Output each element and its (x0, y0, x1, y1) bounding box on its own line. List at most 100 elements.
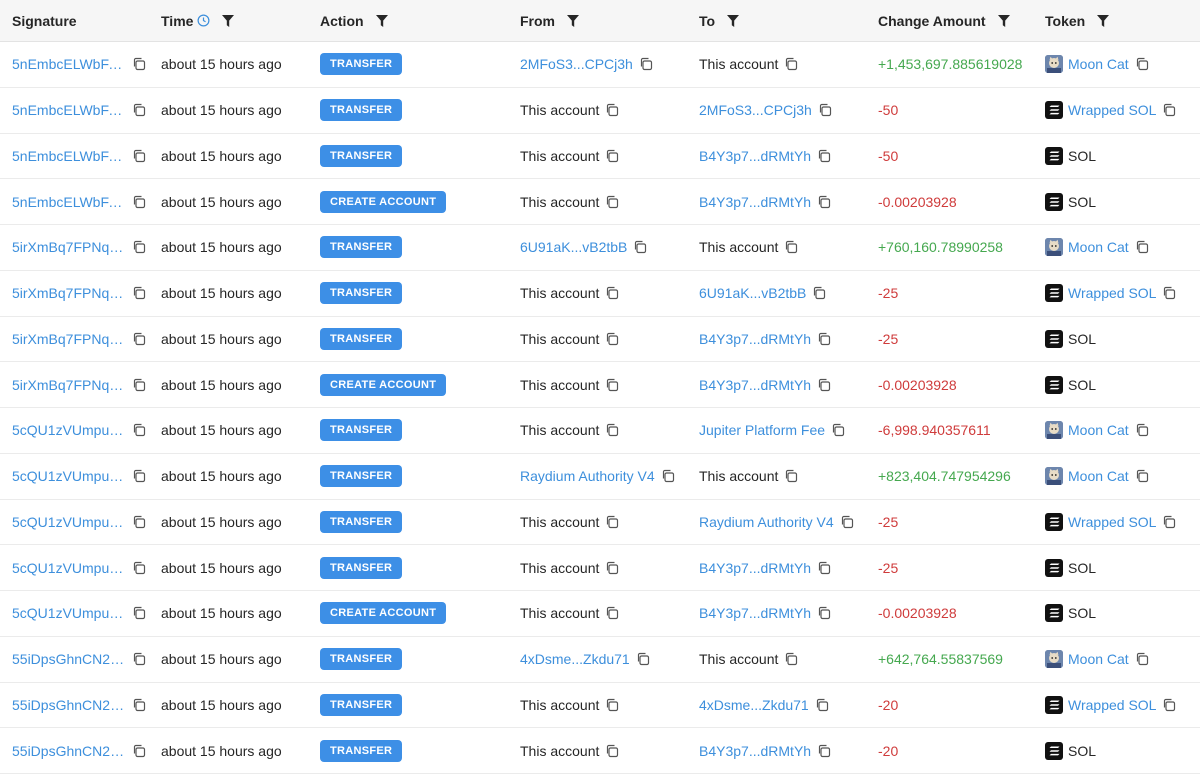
copy-icon[interactable] (132, 286, 146, 300)
filter-icon[interactable] (375, 14, 388, 27)
copy-icon[interactable] (605, 423, 619, 437)
to-address[interactable]: Raydium Authority V4 (699, 514, 834, 530)
copy-icon[interactable] (132, 195, 146, 209)
copy-icon[interactable] (605, 606, 619, 620)
copy-icon[interactable] (132, 744, 146, 758)
copy-icon[interactable] (605, 195, 619, 209)
filter-icon[interactable] (727, 14, 740, 27)
copy-icon[interactable] (1135, 240, 1149, 254)
signature-link[interactable]: 55iDpsGhnCN2A... (12, 743, 126, 759)
signature-link[interactable]: 5cQU1zVUmpuqj... (12, 422, 126, 438)
token-name[interactable]: Wrapped SOL (1068, 102, 1156, 118)
signature-link[interactable]: 5irXmBq7FPNqoT... (12, 285, 126, 301)
copy-icon[interactable] (605, 744, 619, 758)
copy-icon[interactable] (812, 286, 826, 300)
signature-link[interactable]: 5nEmbcELWbFAG... (12, 102, 126, 118)
copy-icon[interactable] (132, 423, 146, 437)
filter-icon[interactable] (222, 14, 235, 27)
signature-link[interactable]: 5cQU1zVUmpuqj... (12, 514, 126, 530)
copy-icon[interactable] (132, 652, 146, 666)
to-address[interactable]: B4Y3p7...dRMtYh (699, 148, 811, 164)
copy-icon[interactable] (818, 103, 832, 117)
copy-icon[interactable] (817, 378, 831, 392)
copy-icon[interactable] (605, 561, 619, 575)
to-address[interactable]: Jupiter Platform Fee (699, 422, 825, 438)
filter-icon[interactable] (1097, 14, 1110, 27)
signature-link[interactable]: 5irXmBq7FPNqoT... (12, 331, 126, 347)
copy-icon[interactable] (605, 332, 619, 346)
to-address[interactable]: 2MFoS3...CPCj3h (699, 102, 812, 118)
copy-icon[interactable] (784, 57, 798, 71)
copy-icon[interactable] (817, 332, 831, 346)
copy-icon[interactable] (831, 423, 845, 437)
copy-icon[interactable] (817, 195, 831, 209)
copy-icon[interactable] (1162, 698, 1176, 712)
signature-link[interactable]: 55iDpsGhnCN2A... (12, 697, 126, 713)
copy-icon[interactable] (784, 240, 798, 254)
copy-icon[interactable] (132, 57, 146, 71)
signature-link[interactable]: 5cQU1zVUmpuqj... (12, 560, 126, 576)
token-name[interactable]: Wrapped SOL (1068, 514, 1156, 530)
signature-link[interactable]: 5nEmbcELWbFAG... (12, 194, 126, 210)
copy-icon[interactable] (840, 515, 854, 529)
copy-icon[interactable] (132, 149, 146, 163)
copy-icon[interactable] (784, 652, 798, 666)
filter-icon[interactable] (567, 14, 579, 27)
to-address[interactable]: B4Y3p7...dRMtYh (699, 560, 811, 576)
token-name[interactable]: Moon Cat (1068, 239, 1129, 255)
copy-icon[interactable] (605, 286, 619, 300)
signature-link[interactable]: 5irXmBq7FPNqoT... (12, 239, 126, 255)
token-name[interactable]: Wrapped SOL (1068, 285, 1156, 301)
copy-icon[interactable] (817, 561, 831, 575)
copy-icon[interactable] (1135, 652, 1149, 666)
token-name[interactable]: Moon Cat (1068, 651, 1129, 667)
from-address[interactable]: 6U91aK...vB2tbB (520, 239, 627, 255)
signature-link[interactable]: 5cQU1zVUmpuqj... (12, 468, 126, 484)
signature-link[interactable]: 55iDpsGhnCN2A... (12, 651, 126, 667)
copy-icon[interactable] (636, 652, 650, 666)
token-name[interactable]: Wrapped SOL (1068, 697, 1156, 713)
copy-icon[interactable] (661, 469, 675, 483)
from-address[interactable]: Raydium Authority V4 (520, 468, 655, 484)
copy-icon[interactable] (1162, 103, 1176, 117)
copy-icon[interactable] (817, 744, 831, 758)
copy-icon[interactable] (132, 469, 146, 483)
copy-icon[interactable] (639, 57, 653, 71)
copy-icon[interactable] (132, 240, 146, 254)
to-address[interactable]: B4Y3p7...dRMtYh (699, 605, 811, 621)
to-address[interactable]: 6U91aK...vB2tbB (699, 285, 806, 301)
copy-icon[interactable] (132, 606, 146, 620)
from-address[interactable]: 4xDsme...Zkdu71 (520, 651, 630, 667)
to-address[interactable]: 4xDsme...Zkdu71 (699, 697, 809, 713)
copy-icon[interactable] (633, 240, 647, 254)
token-name[interactable]: Moon Cat (1068, 422, 1129, 438)
to-address[interactable]: B4Y3p7...dRMtYh (699, 331, 811, 347)
to-address[interactable]: B4Y3p7...dRMtYh (699, 377, 811, 393)
copy-icon[interactable] (817, 149, 831, 163)
copy-icon[interactable] (1135, 423, 1149, 437)
token-name[interactable]: Moon Cat (1068, 468, 1129, 484)
copy-icon[interactable] (817, 606, 831, 620)
copy-icon[interactable] (1135, 57, 1149, 71)
copy-icon[interactable] (605, 149, 619, 163)
copy-icon[interactable] (132, 332, 146, 346)
signature-link[interactable]: 5irXmBq7FPNqoT... (12, 377, 126, 393)
from-address[interactable]: 2MFoS3...CPCj3h (520, 56, 633, 72)
signature-link[interactable]: 5nEmbcELWbFAG... (12, 148, 126, 164)
filter-icon[interactable] (997, 14, 1010, 27)
copy-icon[interactable] (132, 103, 146, 117)
clock-icon[interactable] (197, 14, 210, 27)
copy-icon[interactable] (132, 698, 146, 712)
to-address[interactable]: B4Y3p7...dRMtYh (699, 194, 811, 210)
copy-icon[interactable] (605, 378, 619, 392)
copy-icon[interactable] (784, 469, 798, 483)
copy-icon[interactable] (1135, 469, 1149, 483)
to-address[interactable]: B4Y3p7...dRMtYh (699, 743, 811, 759)
signature-link[interactable]: 5nEmbcELWbFAG... (12, 56, 126, 72)
copy-icon[interactable] (605, 103, 619, 117)
signature-link[interactable]: 5cQU1zVUmpuqj... (12, 605, 126, 621)
token-name[interactable]: Moon Cat (1068, 56, 1129, 72)
copy-icon[interactable] (132, 515, 146, 529)
copy-icon[interactable] (1162, 515, 1176, 529)
copy-icon[interactable] (132, 561, 146, 575)
